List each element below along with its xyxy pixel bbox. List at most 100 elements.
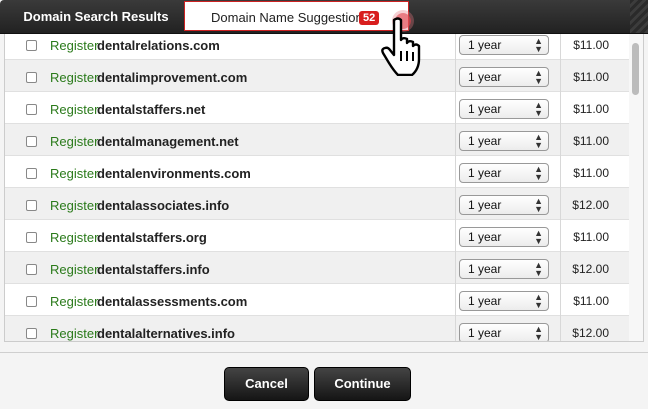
domain-name: dentalalternatives.info	[97, 326, 235, 341]
select-checkbox[interactable]	[26, 232, 37, 243]
column-divider	[455, 92, 456, 124]
column-divider	[455, 284, 456, 316]
term-value: 1 year	[468, 102, 502, 116]
term-select[interactable]: 1 year ▲ ▼	[459, 259, 549, 279]
register-label[interactable]: Register	[50, 38, 98, 53]
select-checkbox[interactable]	[26, 72, 37, 83]
term-value: 1 year	[468, 134, 502, 148]
suggestions-count-badge: 52	[359, 11, 380, 25]
continue-button[interactable]: Continue	[314, 367, 411, 401]
updown-arrows-icon: ▲ ▼	[534, 68, 543, 86]
register-label[interactable]: Register	[50, 102, 98, 117]
column-divider	[455, 316, 456, 341]
scrollbar-thumb[interactable]	[632, 43, 639, 95]
term-value: 1 year	[468, 326, 502, 340]
price: $11.00	[573, 38, 609, 52]
domain-name: dentalenvironments.com	[97, 166, 251, 181]
price: $11.00	[573, 294, 609, 308]
term-value: 1 year	[468, 70, 502, 84]
price: $11.00	[573, 230, 609, 244]
price: $12.00	[572, 262, 609, 276]
column-divider	[560, 316, 561, 341]
term-value: 1 year	[468, 198, 502, 212]
tab-label: Domain Name Suggestions	[211, 10, 370, 25]
column-divider	[560, 124, 561, 156]
column-divider	[455, 188, 456, 220]
price: $11.00	[573, 134, 609, 148]
domain-name: dentalimprovement.com	[97, 70, 248, 85]
domain-row: Register dentalmanagement.net 1 year ▲ ▼ $11.…	[5, 124, 629, 156]
register-label[interactable]: Register	[50, 262, 98, 277]
register-label[interactable]: Register	[50, 198, 98, 213]
term-select[interactable]: 1 year ▲ ▼	[459, 131, 549, 151]
term-select[interactable]: 1 year ▲ ▼	[459, 67, 549, 87]
term-select[interactable]: 1 year ▲ ▼	[459, 195, 549, 215]
tab-domain-search-results[interactable]: Domain Search Results	[20, 0, 172, 33]
select-checkbox[interactable]	[26, 264, 37, 275]
domain-row: Register dentalstaffers.info 1 year ▲ ▼ $12.0…	[5, 252, 629, 284]
select-checkbox[interactable]	[26, 168, 37, 179]
domain-row: Register dentalassociates.info 1 year ▲ ▼ $12…	[5, 188, 629, 220]
register-label[interactable]: Register	[50, 230, 98, 245]
domain-row: Register dentalrelations.com 1 year ▲ ▼ $11.0…	[5, 34, 629, 60]
price: $12.00	[572, 198, 609, 212]
select-checkbox[interactable]	[26, 200, 37, 211]
column-divider	[455, 124, 456, 156]
select-checkbox[interactable]	[26, 296, 37, 307]
term-value: 1 year	[468, 294, 502, 308]
domain-row: Register dentalimprovement.com 1 year ▲ ▼ $11…	[5, 60, 629, 92]
column-divider	[560, 92, 561, 124]
select-checkbox[interactable]	[26, 104, 37, 115]
term-select[interactable]: 1 year ▲ ▼	[459, 35, 549, 55]
tab-bar: Domain Search Results Domain Name Sugges…	[0, 0, 648, 34]
term-select[interactable]: 1 year ▲ ▼	[459, 163, 549, 183]
domain-row: Register dentalalternatives.info 1 year ▲ ▼ $…	[5, 316, 629, 342]
term-select[interactable]: 1 year ▲ ▼	[459, 323, 549, 342]
updown-arrows-icon: ▲ ▼	[534, 196, 543, 214]
term-select[interactable]: 1 year ▲ ▼	[459, 291, 549, 311]
select-checkbox[interactable]	[26, 328, 37, 339]
term-select[interactable]: 1 year ▲ ▼	[459, 99, 549, 119]
term-select[interactable]: 1 year ▲ ▼	[459, 227, 549, 247]
domain-name: dentalrelations.com	[97, 38, 220, 53]
column-divider	[455, 34, 456, 60]
price: $12.00	[572, 326, 609, 340]
domain-row: Register dentalstaffers.net 1 year ▲ ▼ $11.00	[5, 92, 629, 124]
scrollbar[interactable]	[629, 34, 643, 341]
updown-arrows-icon: ▲ ▼	[534, 260, 543, 278]
term-value: 1 year	[468, 262, 502, 276]
column-divider	[455, 60, 456, 92]
register-label[interactable]: Register	[50, 166, 98, 181]
select-checkbox[interactable]	[26, 40, 37, 51]
updown-arrows-icon: ▲ ▼	[534, 36, 543, 54]
hand-pointer-icon	[381, 17, 421, 76]
domain-row: Register dentalassessments.com 1 year ▲ ▼ $11…	[5, 284, 629, 316]
column-divider	[455, 156, 456, 188]
domain-name: dentalstaffers.info	[97, 262, 210, 277]
register-label[interactable]: Register	[50, 294, 98, 309]
column-divider	[560, 284, 561, 316]
column-divider	[455, 220, 456, 252]
column-divider	[455, 252, 456, 284]
term-value: 1 year	[468, 230, 502, 244]
column-divider	[560, 188, 561, 220]
updown-arrows-icon: ▲ ▼	[534, 164, 543, 182]
select-checkbox[interactable]	[26, 136, 37, 147]
domain-row: Register dentalenvironments.com 1 year ▲ ▼ $1…	[5, 156, 629, 188]
updown-arrows-icon: ▲ ▼	[534, 324, 543, 342]
register-label[interactable]: Register	[50, 134, 98, 149]
domain-suggestions-list: Register dentalrelations.com 1 year ▲ ▼ $11.0…	[4, 34, 644, 342]
domain-name: dentalassociates.info	[97, 198, 230, 213]
domain-name: dentalstaffers.org	[97, 230, 207, 245]
register-label[interactable]: Register	[50, 70, 98, 85]
domain-name: dentalmanagement.net	[97, 134, 239, 149]
domain-name: dentalassessments.com	[97, 294, 248, 309]
cancel-button[interactable]: Cancel	[224, 367, 309, 401]
updown-arrows-icon: ▲ ▼	[534, 100, 543, 118]
price: $11.00	[573, 166, 609, 180]
tab-domain-name-suggestions[interactable]: Domain Name Suggestions 52	[184, 1, 409, 31]
column-divider	[560, 60, 561, 92]
register-label[interactable]: Register	[50, 326, 98, 341]
column-divider	[560, 34, 561, 60]
term-value: 1 year	[468, 38, 502, 52]
